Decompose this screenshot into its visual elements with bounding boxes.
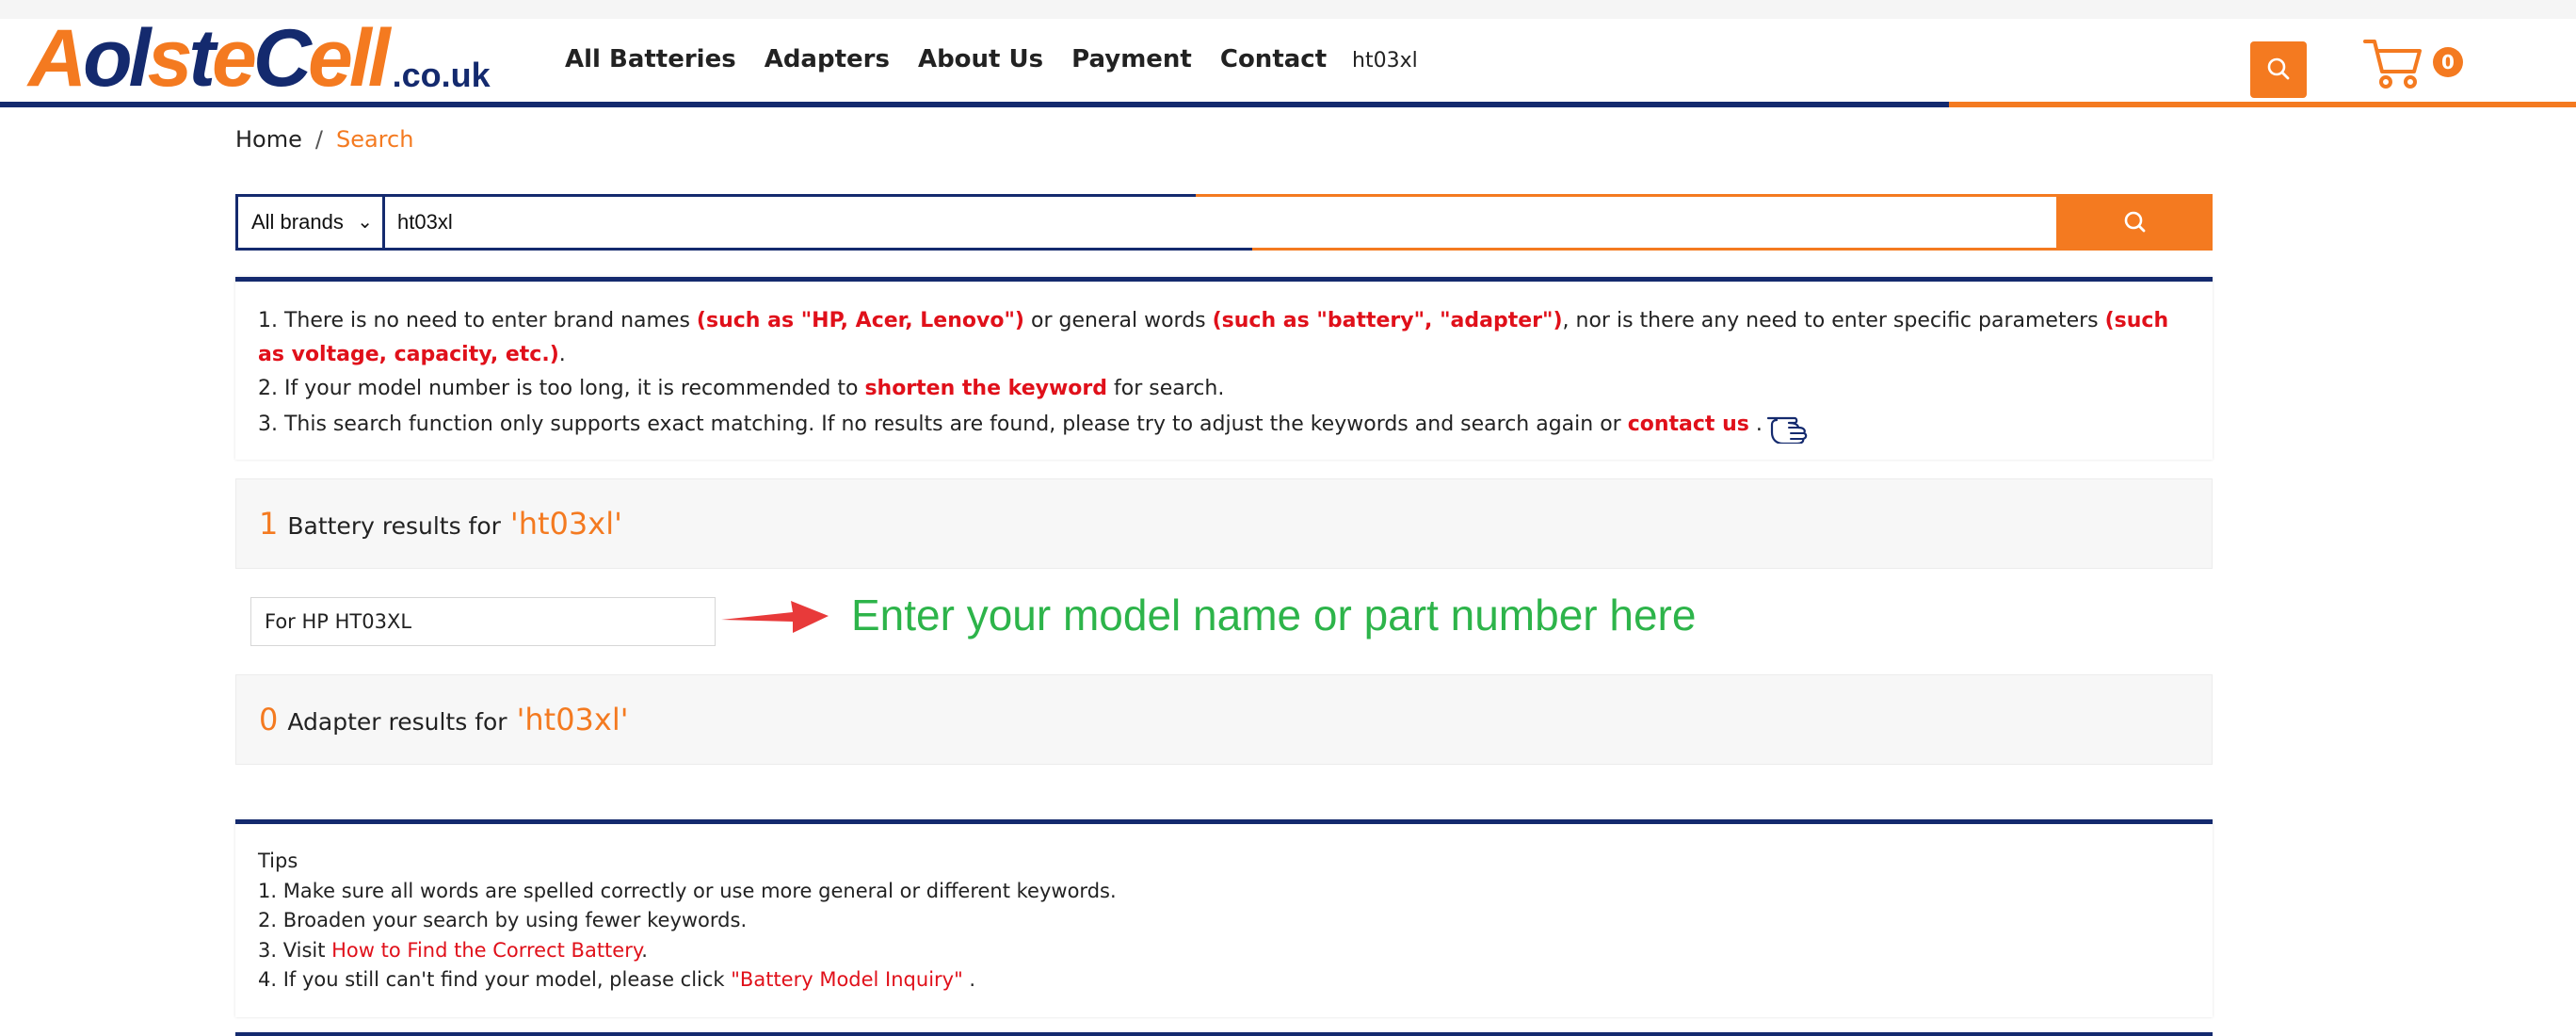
search-frame [235, 248, 1252, 251]
tip-4: 4. If you still can't find your model, p… [258, 968, 976, 991]
tip-3: 3. Visit How to Find the Correct Battery… [258, 938, 648, 962]
main-search-bar: All brands ⌄ [235, 194, 2213, 251]
breadcrumb-current: Search [335, 126, 414, 153]
notice-line-2: 2. If your model number is too long, it … [258, 377, 1225, 400]
nav-about-us[interactable]: About Us [918, 45, 1043, 73]
nav-adapters[interactable]: Adapters [765, 45, 890, 73]
logo-letter: o [83, 13, 133, 104]
annotation-text: Enter your model name or part number her… [851, 591, 1697, 639]
breadcrumb-separator: / [314, 126, 323, 153]
brand-select[interactable]: All brands ⌄ [238, 197, 385, 248]
battery-result-item[interactable]: For HP HT03XL [250, 597, 716, 646]
header-divider-orange [1949, 102, 2576, 107]
header-search-button[interactable] [2250, 41, 2307, 98]
battery-results-count: 1 [259, 506, 279, 542]
search-notice: 1. There is no need to enter brand names… [235, 277, 2213, 460]
adapter-results-keyword: 'ht03xl' [516, 702, 629, 737]
tip-1: 1. Make sure all words are spelled corre… [258, 879, 1117, 902]
logo-letter: l [348, 13, 372, 104]
notice-highlight: shorten the keyword [864, 377, 1108, 400]
battery-results-keyword: 'ht03xl' [509, 506, 622, 542]
breadcrumb: Home / Search [235, 126, 413, 153]
chevron-down-icon: ⌄ [357, 212, 373, 233]
footer-divider [235, 1032, 2213, 1036]
header-search-input[interactable] [1352, 40, 2199, 81]
how-to-find-battery-link[interactable]: How to Find the Correct Battery [331, 939, 641, 962]
battery-results-header: 1 Battery results for 'ht03xl' [235, 478, 2213, 569]
search-tips: Tips 1. Make sure all words are spelled … [235, 819, 2213, 1017]
logo-letter: s [147, 13, 193, 104]
header-search [1331, 28, 2310, 98]
site-header: AolsteCell .co.uk All Batteries Adapters… [0, 18, 2576, 105]
logo-tld: .co.uk [392, 56, 491, 94]
notice-highlight: (such as "HP, Acer, Lenovo") [696, 309, 1024, 332]
battery-results-label: Battery results for [287, 511, 501, 540]
cart-count-badge: 0 [2433, 47, 2463, 77]
tips-title: Tips [258, 850, 298, 872]
adapter-results-label: Adapter results for [287, 707, 507, 736]
logo-letter: A [28, 13, 87, 104]
adapter-results-count: 0 [259, 702, 279, 737]
battery-model-inquiry-link[interactable]: "Battery Model Inquiry" [731, 968, 962, 991]
arrow-right-icon [721, 601, 829, 633]
pointing-hand-icon [1766, 416, 1808, 444]
logo-letter: l [128, 13, 152, 104]
notice-line-1: 1. There is no need to enter brand names… [258, 309, 2169, 366]
main-search-button[interactable] [2056, 194, 2213, 251]
nav-payment[interactable]: Payment [1071, 45, 1192, 73]
logo-letter: e [212, 13, 257, 104]
tip-2: 2. Broaden your search by using fewer ke… [258, 909, 748, 931]
notice-highlight: (such as "battery", "adapter") [1212, 309, 1563, 332]
adapter-results-header: 0 Adapter results for 'ht03xl' [235, 674, 2213, 765]
site-logo[interactable]: AolsteCell .co.uk [28, 18, 491, 99]
search-icon [2124, 211, 2146, 233]
header-divider-navy [0, 102, 1949, 107]
cart-icon [2363, 40, 2422, 89]
logo-letter: e [308, 13, 353, 104]
contact-us-link[interactable]: contact us [1628, 413, 1749, 436]
notice-line-3: 3. This search function only supports ex… [258, 406, 2190, 444]
logo-letter: l [367, 13, 391, 104]
logo-letter: t [188, 13, 216, 104]
search-icon [2267, 57, 2290, 80]
cart-button[interactable] [2361, 36, 2427, 92]
brand-select-value: All brands [251, 210, 344, 234]
logo-letter: C [252, 13, 312, 104]
main-nav: All Batteries Adapters About Us Payment … [565, 45, 1398, 73]
nav-all-batteries[interactable]: All Batteries [565, 45, 736, 73]
breadcrumb-home[interactable]: Home [235, 126, 302, 153]
main-search-input[interactable] [397, 200, 1810, 245]
